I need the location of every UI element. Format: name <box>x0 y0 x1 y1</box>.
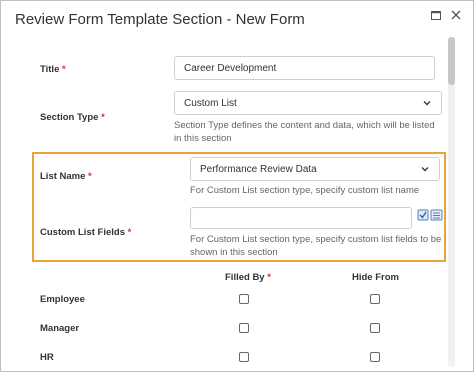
title-label: Title * <box>40 64 66 75</box>
manager-hide-from-checkbox[interactable] <box>370 323 380 333</box>
scrollbar-thumb[interactable] <box>448 37 455 85</box>
close-icon[interactable] <box>450 9 462 21</box>
section-type-help: Section Type defines the content and dat… <box>174 120 435 144</box>
list-name-help: For Custom List section type, specify cu… <box>190 185 420 196</box>
field-picker-icon[interactable] <box>417 208 443 222</box>
required-marker: * <box>101 112 105 123</box>
title-input-value: Career Development <box>184 62 277 74</box>
title-input[interactable]: Career Development <box>174 56 435 80</box>
section-type-label-text: Section Type <box>40 112 99 123</box>
section-type-label: Section Type * <box>40 112 105 123</box>
list-name-label-text: List Name <box>40 171 86 182</box>
hr-hide-from-checkbox[interactable] <box>370 352 380 362</box>
list-name-select[interactable]: Performance Review Data <box>190 157 440 181</box>
permission-row-label: HR <box>40 352 54 363</box>
hr-filled-by-checkbox[interactable] <box>239 352 249 362</box>
permission-row-label: Employee <box>40 294 85 305</box>
chevron-down-icon <box>423 101 431 106</box>
section-type-value: Custom List <box>184 97 237 109</box>
dialog-window: Review Form Template Section - New Form … <box>0 0 474 372</box>
section-type-select[interactable]: Custom List <box>174 91 442 115</box>
required-marker: * <box>62 64 66 75</box>
custom-list-fields-help: For Custom List section type, specify cu… <box>190 234 442 258</box>
filled-by-header-text: Filled By <box>225 272 265 283</box>
dialog-title: Review Form Template Section - New Form <box>15 11 305 28</box>
required-marker: * <box>88 171 92 182</box>
required-marker: * <box>267 272 271 283</box>
custom-list-fields-label-text: Custom List Fields <box>40 227 125 238</box>
manager-filled-by-checkbox[interactable] <box>239 323 249 333</box>
vertical-scrollbar[interactable] <box>448 37 455 367</box>
list-name-value: Performance Review Data <box>200 163 317 175</box>
title-label-text: Title <box>40 64 60 75</box>
chevron-down-icon <box>421 167 429 172</box>
filled-by-header: Filled By * <box>225 272 271 283</box>
maximize-icon[interactable] <box>430 9 442 21</box>
custom-list-fields-label: Custom List Fields * <box>40 227 131 238</box>
required-marker: * <box>127 227 132 238</box>
hide-from-header: Hide From <box>352 272 399 283</box>
custom-list-fields-input[interactable] <box>190 207 412 229</box>
permission-row-label: Manager <box>40 323 80 334</box>
employee-hide-from-checkbox[interactable] <box>370 294 380 304</box>
employee-filled-by-checkbox[interactable] <box>239 294 249 304</box>
list-name-label: List Name * <box>40 171 92 182</box>
